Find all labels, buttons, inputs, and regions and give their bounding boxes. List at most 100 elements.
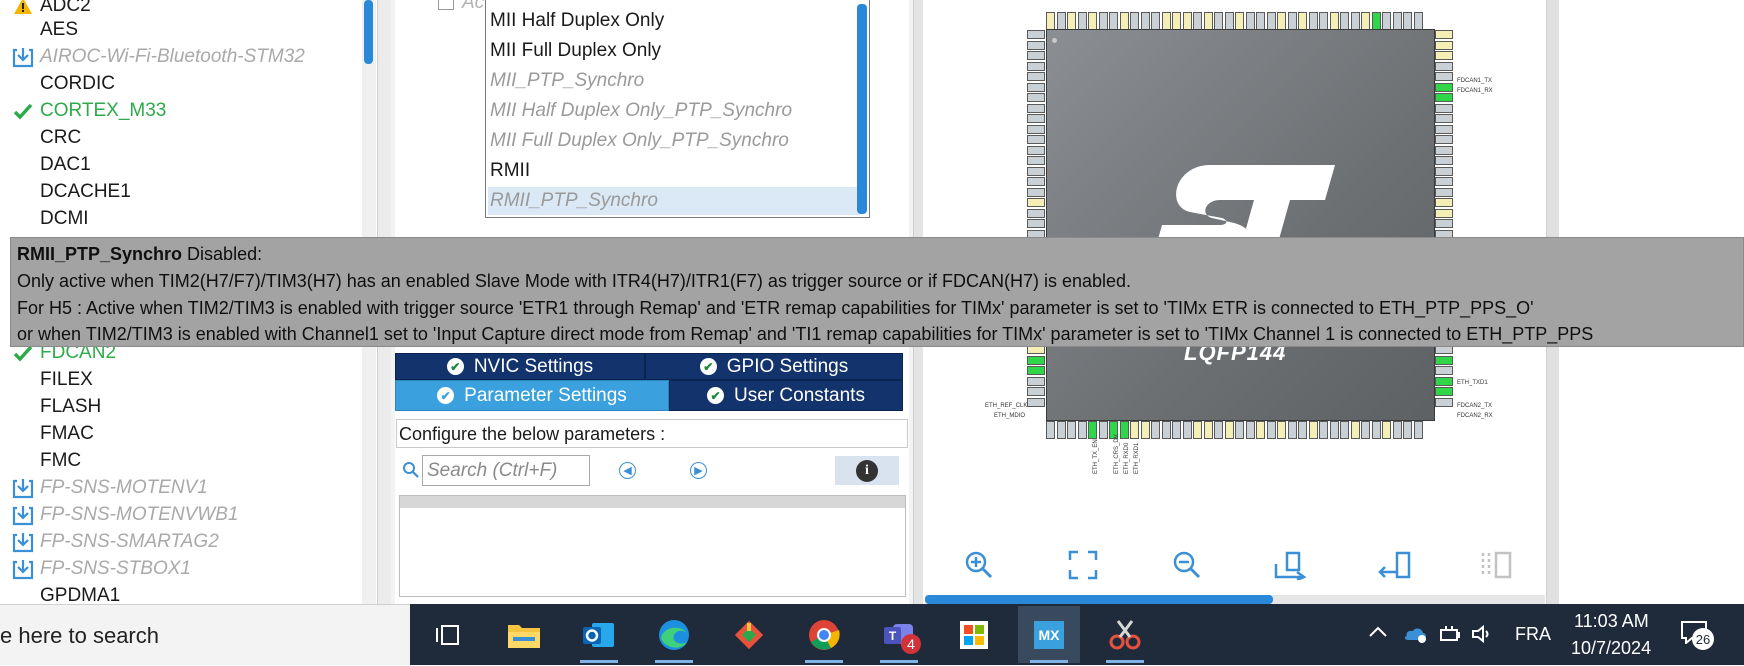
search-previous-button[interactable]: ◀ [619, 462, 636, 479]
chrome-icon[interactable] [793, 606, 855, 663]
chip-pin[interactable] [1027, 397, 1045, 407]
chip-pin[interactable] [1308, 12, 1318, 30]
chip-pin[interactable] [1435, 30, 1453, 39]
chip-pin[interactable] [1256, 421, 1265, 439]
chip-pin[interactable] [1435, 198, 1453, 207]
chip-pin[interactable] [1277, 12, 1286, 30]
chip-pin[interactable] [1109, 12, 1118, 30]
chip-pin[interactable] [1435, 51, 1453, 60]
parameter-table[interactable] [399, 508, 906, 597]
fit-screen-icon[interactable] [1066, 548, 1100, 582]
chip-pin[interactable] [1435, 135, 1453, 144]
chip-pin[interactable] [1277, 421, 1286, 439]
tree-item-cortex-m33[interactable]: CORTEX_M33 [0, 97, 360, 124]
chip-pin[interactable] [1088, 12, 1097, 30]
chip-pin[interactable] [1403, 421, 1412, 439]
tree-item-aes[interactable]: AES [0, 16, 360, 43]
chip-pin[interactable] [1403, 12, 1412, 30]
info-button[interactable]: i [835, 456, 899, 485]
chip-pin[interactable] [1088, 421, 1097, 439]
tree-item-dac1[interactable]: DAC1 [0, 151, 360, 178]
chip-pins-left[interactable] [1027, 30, 1045, 408]
chip-pin[interactable] [1435, 156, 1453, 165]
chip-pin[interactable] [1435, 187, 1453, 197]
chip-pin[interactable] [1392, 421, 1402, 439]
chip-pin[interactable] [1435, 93, 1453, 102]
chip-pin[interactable] [1329, 421, 1339, 439]
chip-pin[interactable] [1067, 12, 1076, 30]
chip-pin[interactable] [1413, 12, 1423, 30]
chip-pin[interactable] [1329, 12, 1339, 30]
chip-pin[interactable] [1027, 30, 1045, 39]
chip-pin[interactable] [1027, 51, 1045, 60]
file-explorer-icon[interactable] [493, 606, 555, 663]
chip-pin[interactable] [1382, 12, 1391, 30]
chip-pin[interactable] [1172, 12, 1181, 30]
mode-dropdown-list[interactable]: MII Half Duplex Only MII Full Duplex Only… [485, 0, 870, 218]
chip-pin[interactable] [1203, 12, 1213, 30]
chip-pin[interactable] [1027, 208, 1045, 218]
chip-pin[interactable] [1287, 421, 1297, 439]
chip-pin[interactable] [1287, 12, 1297, 30]
pinout-horizontal-scrollbar-thumb[interactable] [925, 595, 1273, 604]
tree-item-crc[interactable]: CRC [0, 124, 360, 151]
mode-option-mii-ptp-synchro[interactable]: MII_PTP_Synchro [488, 67, 860, 95]
tree-item-dcache1[interactable]: DCACHE1 [0, 178, 360, 205]
mode-option-mii-full-duplex-only[interactable]: MII Full Duplex Only [488, 37, 860, 65]
chip-pin[interactable] [1027, 135, 1045, 144]
chip-pin[interactable] [1172, 421, 1181, 439]
edge-icon[interactable] [643, 606, 705, 663]
input-language-indicator[interactable]: FRA [1515, 624, 1551, 645]
tree-item-gpdma1[interactable]: GPDMA1 [0, 582, 360, 605]
tree-item-fp-sns-stbox1[interactable]: FP-SNS-STBOX1 [0, 555, 360, 582]
tree-item-fp-sns-motenv1[interactable]: FP-SNS-MOTENV1 [0, 474, 360, 501]
split-view-icon[interactable] [1480, 548, 1514, 582]
chip-pin[interactable] [1027, 145, 1045, 155]
chip-pin[interactable] [1435, 387, 1453, 396]
mode-dropdown-scrollbar[interactable] [857, 4, 867, 214]
parameter-search-input[interactable] [422, 455, 590, 486]
tree-item-flash[interactable]: FLASH [0, 393, 360, 420]
chip-pin[interactable] [1140, 421, 1150, 439]
chip-pin[interactable] [1435, 40, 1453, 50]
chip-pin[interactable] [1067, 421, 1076, 439]
mode-option-mii-half-duplex-only[interactable]: MII Half Duplex Only [488, 7, 860, 35]
chip-pin[interactable] [1027, 355, 1045, 365]
snipping-tool-icon[interactable] [1094, 606, 1156, 663]
chip-pin[interactable] [1119, 421, 1129, 439]
tree-item-filex[interactable]: FILEX [0, 366, 360, 393]
chip-pin[interactable] [1435, 124, 1453, 134]
chip-pin[interactable] [1130, 12, 1139, 30]
chip-pin[interactable] [1319, 12, 1328, 30]
chip-pin[interactable] [1027, 156, 1045, 165]
chip-pin[interactable] [1266, 12, 1276, 30]
chip-pin[interactable] [1046, 12, 1055, 30]
chip-pin[interactable] [1224, 12, 1234, 30]
show-hidden-icons-icon[interactable] [1368, 622, 1388, 643]
chip-pin[interactable] [1098, 12, 1108, 30]
chip-pins-bottom[interactable] [1046, 421, 1424, 439]
chip-pin[interactable] [1435, 114, 1453, 123]
chip-pin[interactable] [1027, 177, 1045, 186]
clock-time[interactable]: 11:03 AM [1574, 611, 1649, 632]
chip-pin[interactable] [1130, 421, 1139, 439]
chip-pin[interactable] [1435, 366, 1453, 375]
chip-pin[interactable] [1340, 12, 1349, 30]
chip-pin[interactable] [1435, 82, 1453, 92]
tab-user-constants[interactable]: ✔ User Constants [669, 380, 903, 411]
chip-pin[interactable] [1266, 421, 1276, 439]
chip-pin[interactable] [1435, 177, 1453, 186]
tree-item-fmac[interactable]: FMAC [0, 420, 360, 447]
chip-pin[interactable] [1340, 421, 1349, 439]
onedrive-icon[interactable] [1402, 624, 1428, 649]
mode-option-mii-half-duplex-only-ptp-synchro[interactable]: MII Half Duplex Only_PTP_Synchro [488, 97, 860, 125]
chip-pin[interactable] [1161, 421, 1171, 439]
chip-pin[interactable] [1371, 12, 1381, 30]
chip-pin[interactable] [1056, 12, 1066, 30]
battery-icon[interactable] [1438, 624, 1462, 649]
notifications-icon[interactable]: 26 [1680, 620, 1714, 650]
chip-pin[interactable] [1027, 366, 1045, 375]
chip-pin[interactable] [1224, 421, 1234, 439]
zoom-out-icon[interactable] [1170, 548, 1204, 582]
chip-pin[interactable] [1214, 12, 1223, 30]
